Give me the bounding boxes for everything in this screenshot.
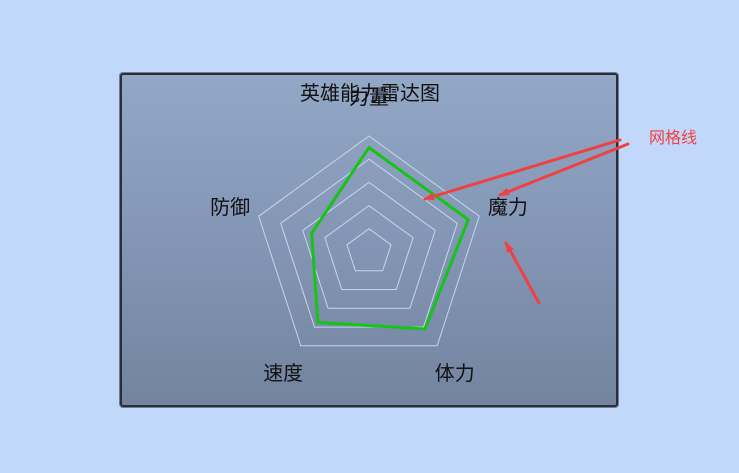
grid-ring-1 — [346, 228, 392, 272]
grid-ring-2 — [324, 204, 414, 290]
indicator-label-力量: 力量 — [349, 85, 389, 109]
grid-ring-5 — [258, 135, 480, 347]
radar-grid — [258, 135, 480, 347]
annotation-label: 网格线 — [649, 128, 697, 147]
annotation-arrow-3 — [504, 241, 541, 305]
annotation-arrow-1 — [423, 138, 622, 201]
series-point-防御 — [310, 232, 313, 235]
series-point-体力 — [424, 328, 426, 330]
series-point-力量 — [368, 146, 370, 149]
radar-chart: 英雄能力雷达图 力量魔力体力速度防御 网格线 — [210, 81, 697, 385]
indicator-label-体力: 体力 — [435, 361, 475, 385]
series-point-魔力 — [467, 218, 470, 221]
series-point-速度 — [317, 321, 319, 324]
radar-labels: 力量魔力体力 速度 防御 — [210, 85, 528, 385]
indicator-label-魔力: 魔力 — [488, 195, 528, 219]
indicator-label-速度: 速度 — [263, 361, 303, 385]
annotation-group: 网格线 — [423, 128, 697, 305]
indicator-label-防御: 防御 — [210, 195, 250, 219]
